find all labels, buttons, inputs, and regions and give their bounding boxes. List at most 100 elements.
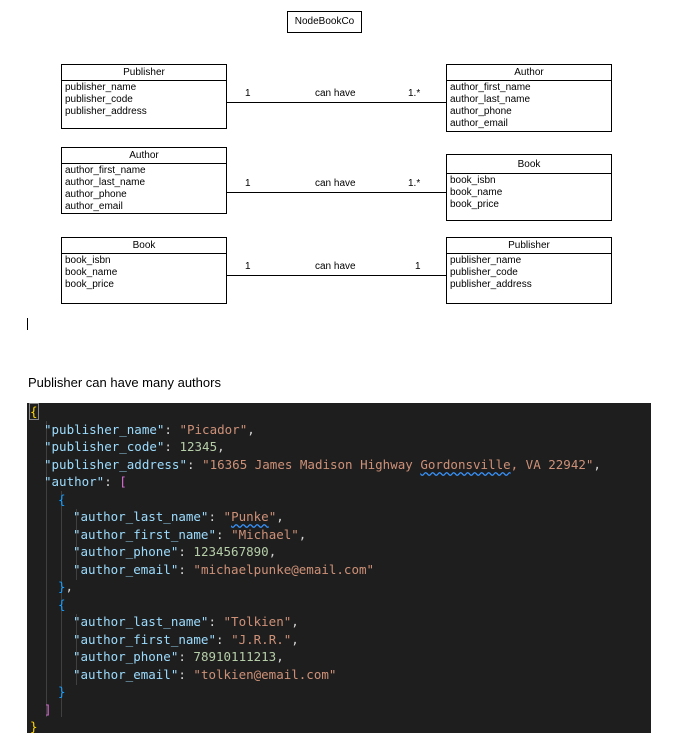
entity-attribute: author_phone xyxy=(65,189,127,200)
json-key: "author_phone" xyxy=(73,649,179,664)
entity-book: Book book_isbn book_name book_price xyxy=(446,154,612,221)
entity-name: Book xyxy=(447,155,611,174)
caption: Publisher can have many authors xyxy=(28,375,221,390)
entity-attribute: book_price xyxy=(65,279,114,290)
entity-attribute: publisher_address xyxy=(450,279,532,290)
relation-line xyxy=(227,192,446,193)
entity-attribute: author_email xyxy=(450,118,508,129)
entity-name: Publisher xyxy=(447,238,611,254)
entity-attribute: book_isbn xyxy=(65,255,111,266)
code-line: { xyxy=(29,403,39,420)
close-brace: } xyxy=(58,579,66,594)
relation-label: can have xyxy=(315,261,356,272)
entity-publisher: Publisher publisher_name publisher_code … xyxy=(61,64,227,129)
spelling-squiggle: Gordonsville xyxy=(420,457,511,472)
right-cardinality: 1 xyxy=(415,261,421,272)
json-value: "16365 James Madison Highway xyxy=(202,457,421,472)
json-value: "michaelpunke@email.com" xyxy=(193,562,375,577)
entity-publisher: Publisher publisher_name publisher_code … xyxy=(446,237,612,304)
json-key: "author_last_name" xyxy=(73,509,209,524)
json-key: "publisher_name" xyxy=(44,422,165,437)
left-cardinality: 1 xyxy=(245,88,251,99)
open-brace: { xyxy=(58,492,66,507)
entity-book: Book book_isbn book_name book_price xyxy=(61,237,227,304)
entity-attribute: author_email xyxy=(65,201,123,212)
json-key: "author_email" xyxy=(73,667,179,682)
json-value: "J.R.R." xyxy=(231,632,292,647)
relation-label: can have xyxy=(315,88,356,99)
code-line: "author_phone": 78910111213, xyxy=(73,649,284,664)
entity-name: Author xyxy=(62,148,226,164)
json-key: "publisher_address" xyxy=(44,457,187,472)
entity-name: Author xyxy=(447,65,611,81)
entity-attribute: publisher_code xyxy=(450,267,518,278)
code-line: "publisher_code": 12345, xyxy=(44,439,225,454)
close-bracket: ] xyxy=(44,702,52,717)
relation-line xyxy=(227,275,446,276)
code-line: "author_last_name": "Punke", xyxy=(73,509,284,524)
relation-author-book: 1 can have 1.* xyxy=(227,178,446,198)
json-key: "author_last_name" xyxy=(73,614,209,629)
entity-attribute: book_price xyxy=(450,199,499,210)
code-line: "publisher_name": "Picador", xyxy=(44,422,255,437)
code-line: "author_first_name": "Michael", xyxy=(73,527,307,542)
code-line: } xyxy=(58,684,66,700)
entity-name: Book xyxy=(62,238,226,254)
json-key: "author_email" xyxy=(73,562,179,577)
json-value: 78910111213 xyxy=(193,649,277,664)
entity-attribute: book_name xyxy=(65,267,118,278)
entity-attribute: publisher_address xyxy=(65,106,147,117)
code-line: "author_first_name": "J.R.R.", xyxy=(73,632,299,647)
json-key: "author" xyxy=(44,474,105,489)
entity-attribute: book_isbn xyxy=(450,175,496,186)
entity-author: Author author_first_name author_last_nam… xyxy=(61,147,227,214)
close-brace: } xyxy=(58,684,66,699)
entity-attribute: book_name xyxy=(450,187,503,198)
entity-attribute: author_last_name xyxy=(65,177,146,188)
right-cardinality: 1.* xyxy=(408,178,421,189)
code-editor[interactable]: { "publisher_name": "Picador", "publishe… xyxy=(27,403,651,733)
entity-attribute: publisher_name xyxy=(65,82,137,93)
entity-name: Publisher xyxy=(62,65,226,81)
code-line: "author_last_name": "Tolkien", xyxy=(73,614,299,629)
code-line: ] xyxy=(44,702,52,718)
right-cardinality: 1.* xyxy=(408,88,421,99)
code-line: "author": [ xyxy=(44,474,127,489)
close-brace: } xyxy=(30,719,38,733)
text-cursor xyxy=(27,318,28,330)
code-line: { xyxy=(58,492,66,508)
spelling-squiggle: Punke xyxy=(231,509,269,524)
json-value: "Tolkien" xyxy=(223,614,292,629)
entity-attribute: publisher_code xyxy=(65,94,133,105)
entity-attribute: author_last_name xyxy=(450,94,531,105)
code-line: } xyxy=(30,719,38,733)
json-value: 1234567890 xyxy=(193,544,269,559)
json-value: " xyxy=(223,509,232,524)
code-line: "author_phone": 1234567890, xyxy=(73,544,277,559)
json-value: 12345 xyxy=(179,439,218,454)
relation-publisher-author: 1 can have 1.* xyxy=(227,88,446,108)
left-cardinality: 1 xyxy=(245,261,251,272)
code-line: "publisher_address": "16365 James Madiso… xyxy=(44,457,601,472)
entity-author: Author author_first_name author_last_nam… xyxy=(446,64,612,132)
relation-label: can have xyxy=(315,178,356,189)
entity-attribute: author_first_name xyxy=(450,82,531,93)
entity-attribute: author_first_name xyxy=(65,165,146,176)
code-line: "author_email": "michaelpunke@email.com" xyxy=(73,562,375,577)
relation-book-publisher: 1 can have 1 xyxy=(227,261,446,281)
code-line: }, xyxy=(58,579,74,594)
json-value: "tolkien@email.com" xyxy=(193,667,337,682)
diagram-title: NodeBookCo xyxy=(287,11,362,33)
entity-attribute: author_phone xyxy=(450,106,512,117)
json-value: "Michael" xyxy=(231,527,299,542)
code-line: { xyxy=(58,597,66,613)
json-key: "publisher_code" xyxy=(44,439,165,454)
entity-attribute: publisher_name xyxy=(450,255,522,266)
relation-line xyxy=(227,102,446,103)
json-key: "author_first_name" xyxy=(73,632,216,647)
code-line: "author_email": "tolkien@email.com" xyxy=(73,667,337,682)
json-value: , VA 22942" xyxy=(510,457,594,472)
open-bracket: [ xyxy=(119,474,127,489)
open-brace: { xyxy=(29,403,39,420)
json-value: "Picador" xyxy=(179,422,248,437)
